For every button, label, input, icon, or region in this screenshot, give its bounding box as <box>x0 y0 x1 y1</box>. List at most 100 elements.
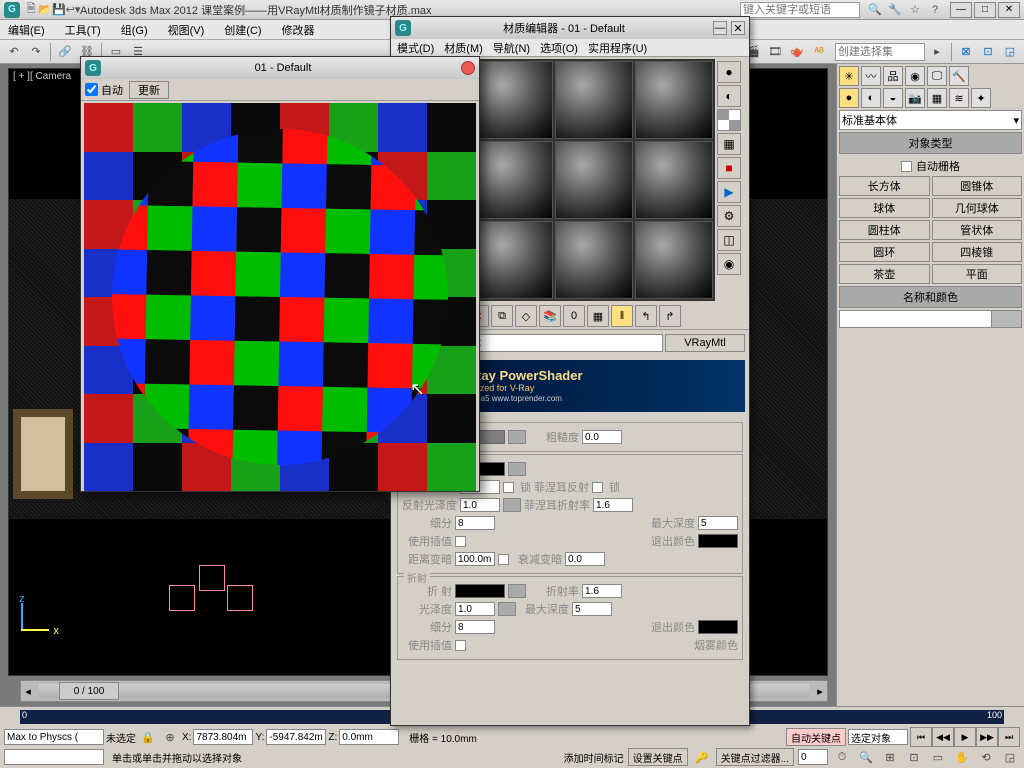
background-icon[interactable] <box>717 109 741 131</box>
key-mode[interactable] <box>848 729 908 745</box>
geometry-icon[interactable]: ● <box>839 88 859 108</box>
menu-create[interactable]: 创建(C) <box>220 20 265 40</box>
systems-icon[interactable]: ✦ <box>971 88 991 108</box>
coord-y[interactable] <box>266 729 326 745</box>
btn-box[interactable]: 长方体 <box>839 176 930 196</box>
make-preview-icon[interactable]: ▶ <box>717 181 741 203</box>
name-color-input[interactable] <box>839 310 1022 328</box>
select-by-mat-icon[interactable]: ◫ <box>717 229 741 251</box>
material-editor-titlebar[interactable]: G 材质编辑器 - 01 - Default — ✕ <box>391 17 749 39</box>
sample-type-icon[interactable]: ● <box>717 61 741 83</box>
dim-fall-spinner[interactable] <box>565 552 605 566</box>
key-icon[interactable]: 🔑 <box>692 747 712 767</box>
go-parent-icon[interactable]: ↰ <box>635 305 657 327</box>
material-editor-minimize[interactable]: — <box>713 21 727 35</box>
update-button[interactable]: 更新 <box>129 81 169 99</box>
make-unique-icon[interactable]: ◇ <box>515 305 537 327</box>
nav-icon2[interactable]: ⊡ <box>978 42 998 62</box>
coord-x[interactable] <box>193 729 253 745</box>
time-config-icon[interactable]: ⏱ <box>832 747 852 767</box>
menu-view[interactable]: 视图(V) <box>164 20 209 40</box>
put-to-lib-icon[interactable]: 📚 <box>539 305 561 327</box>
help-icon[interactable]: ? <box>928 3 942 17</box>
current-frame[interactable] <box>798 749 828 765</box>
btn-geosphere[interactable]: 几何球体 <box>932 198 1023 218</box>
link-icon[interactable]: 🔗 <box>55 42 75 62</box>
fresnel-ior-spinner[interactable] <box>593 498 633 512</box>
mat-menu-nav[interactable]: 导航(N) <box>493 40 530 56</box>
refl-gloss-map[interactable] <box>503 498 521 512</box>
maximize-viewport-icon[interactable]: ◲ <box>1000 747 1020 767</box>
redo-icon[interactable]: ↷ <box>26 42 46 62</box>
maximize-button[interactable]: □ <box>974 2 996 18</box>
spacewarps-icon[interactable]: ≋ <box>949 88 969 108</box>
helpers-icon[interactable]: ▦ <box>927 88 947 108</box>
nav-icon1[interactable]: ⊠ <box>956 42 976 62</box>
refl-maxdepth-spinner[interactable] <box>698 516 738 530</box>
btn-teapot[interactable]: 茶壶 <box>839 264 930 284</box>
sample-uv-icon[interactable]: ▦ <box>717 133 741 155</box>
backlight-icon[interactable]: ◐ <box>717 85 741 107</box>
save-icon[interactable]: 💾 <box>52 3 66 17</box>
modify-tab-icon[interactable]: 〰 <box>861 66 881 86</box>
cameras-icon[interactable]: 📷 <box>905 88 925 108</box>
preview-close-icon[interactable] <box>461 61 475 75</box>
refr-maxdepth-spinner[interactable] <box>572 602 612 616</box>
mat-menu-mode[interactable]: 模式(D) <box>397 40 434 56</box>
open-icon[interactable]: 📂 <box>38 3 52 17</box>
undo-icon[interactable]: ↶ <box>4 42 24 62</box>
refl-gloss-spinner[interactable] <box>460 498 500 512</box>
setkey-button[interactable]: 设置关键点 <box>628 748 688 766</box>
options-icon[interactable]: ⚙ <box>717 205 741 227</box>
refract-swatch[interactable] <box>455 584 505 598</box>
shapes-icon[interactable]: ◐ <box>861 88 881 108</box>
mtl-map-nav-icon[interactable]: ◉ <box>717 253 741 275</box>
binoculars-icon[interactable]: 🔍 <box>868 3 882 17</box>
selection-set-input[interactable] <box>835 43 925 61</box>
lights-icon[interactable]: ◒ <box>883 88 903 108</box>
btn-cylinder[interactable]: 圆柱体 <box>839 220 930 240</box>
sample-slot[interactable] <box>635 221 713 299</box>
prev-frame-icon[interactable]: ◀◀ <box>932 727 954 747</box>
sample-slot[interactable] <box>555 141 633 219</box>
keyfilter-button[interactable]: 关键点过滤器... <box>716 748 794 766</box>
lock-check[interactable] <box>503 482 514 493</box>
refr-exit-swatch[interactable] <box>698 620 738 634</box>
goto-start-icon[interactable]: ⏮ <box>910 727 932 747</box>
dim-check[interactable] <box>498 554 509 565</box>
maxscript-mini[interactable] <box>4 749 104 765</box>
next-frame-icon[interactable]: ▶▶ <box>976 727 998 747</box>
refr-subdivs-spinner[interactable] <box>455 620 495 634</box>
zoom-all-icon[interactable]: ⊞ <box>880 747 900 767</box>
new-icon[interactable]: 🗎 <box>24 3 38 17</box>
sample-slot[interactable] <box>475 141 553 219</box>
motion-tab-icon[interactable]: ◉ <box>905 66 925 86</box>
color-swatch[interactable] <box>991 311 1021 327</box>
refl-subdivs-spinner[interactable] <box>455 516 495 530</box>
add-time-tag[interactable]: 添加时间标记 <box>564 750 624 765</box>
mat-menu-options[interactable]: 选项(O) <box>540 40 578 56</box>
auto-update-checkbox[interactable] <box>85 83 98 96</box>
render-frame-icon[interactable]: 🎞 <box>765 42 785 62</box>
reflect-map-slot[interactable] <box>508 462 526 476</box>
zoom-extents-icon[interactable]: ⊡ <box>904 747 924 767</box>
sample-slot[interactable] <box>475 221 553 299</box>
mat-id-icon[interactable]: 0 <box>563 305 585 327</box>
menu-edit[interactable]: 编辑(E) <box>4 20 49 40</box>
render-icon[interactable]: 🫖 <box>787 42 807 62</box>
sample-slot-3[interactable] <box>555 61 633 139</box>
btn-torus[interactable]: 圆环 <box>839 242 930 262</box>
sample-slot[interactable] <box>555 221 633 299</box>
dim-dist-spinner[interactable] <box>455 552 495 566</box>
refract-map[interactable] <box>508 584 526 598</box>
sample-slot[interactable] <box>635 141 713 219</box>
make-copy-icon[interactable]: ⧉ <box>491 305 513 327</box>
region-zoom-icon[interactable]: ▭ <box>928 747 948 767</box>
display-tab-icon[interactable]: 🖵 <box>927 66 947 86</box>
btn-cone[interactable]: 圆锥体 <box>932 176 1023 196</box>
menu-tools[interactable]: 工具(T) <box>61 20 105 40</box>
autokey-button[interactable]: 自动关键点 <box>786 728 846 746</box>
fresnel-check[interactable] <box>592 482 603 493</box>
zoom-icon[interactable]: 🔍 <box>856 747 876 767</box>
btn-sphere[interactable]: 球体 <box>839 198 930 218</box>
